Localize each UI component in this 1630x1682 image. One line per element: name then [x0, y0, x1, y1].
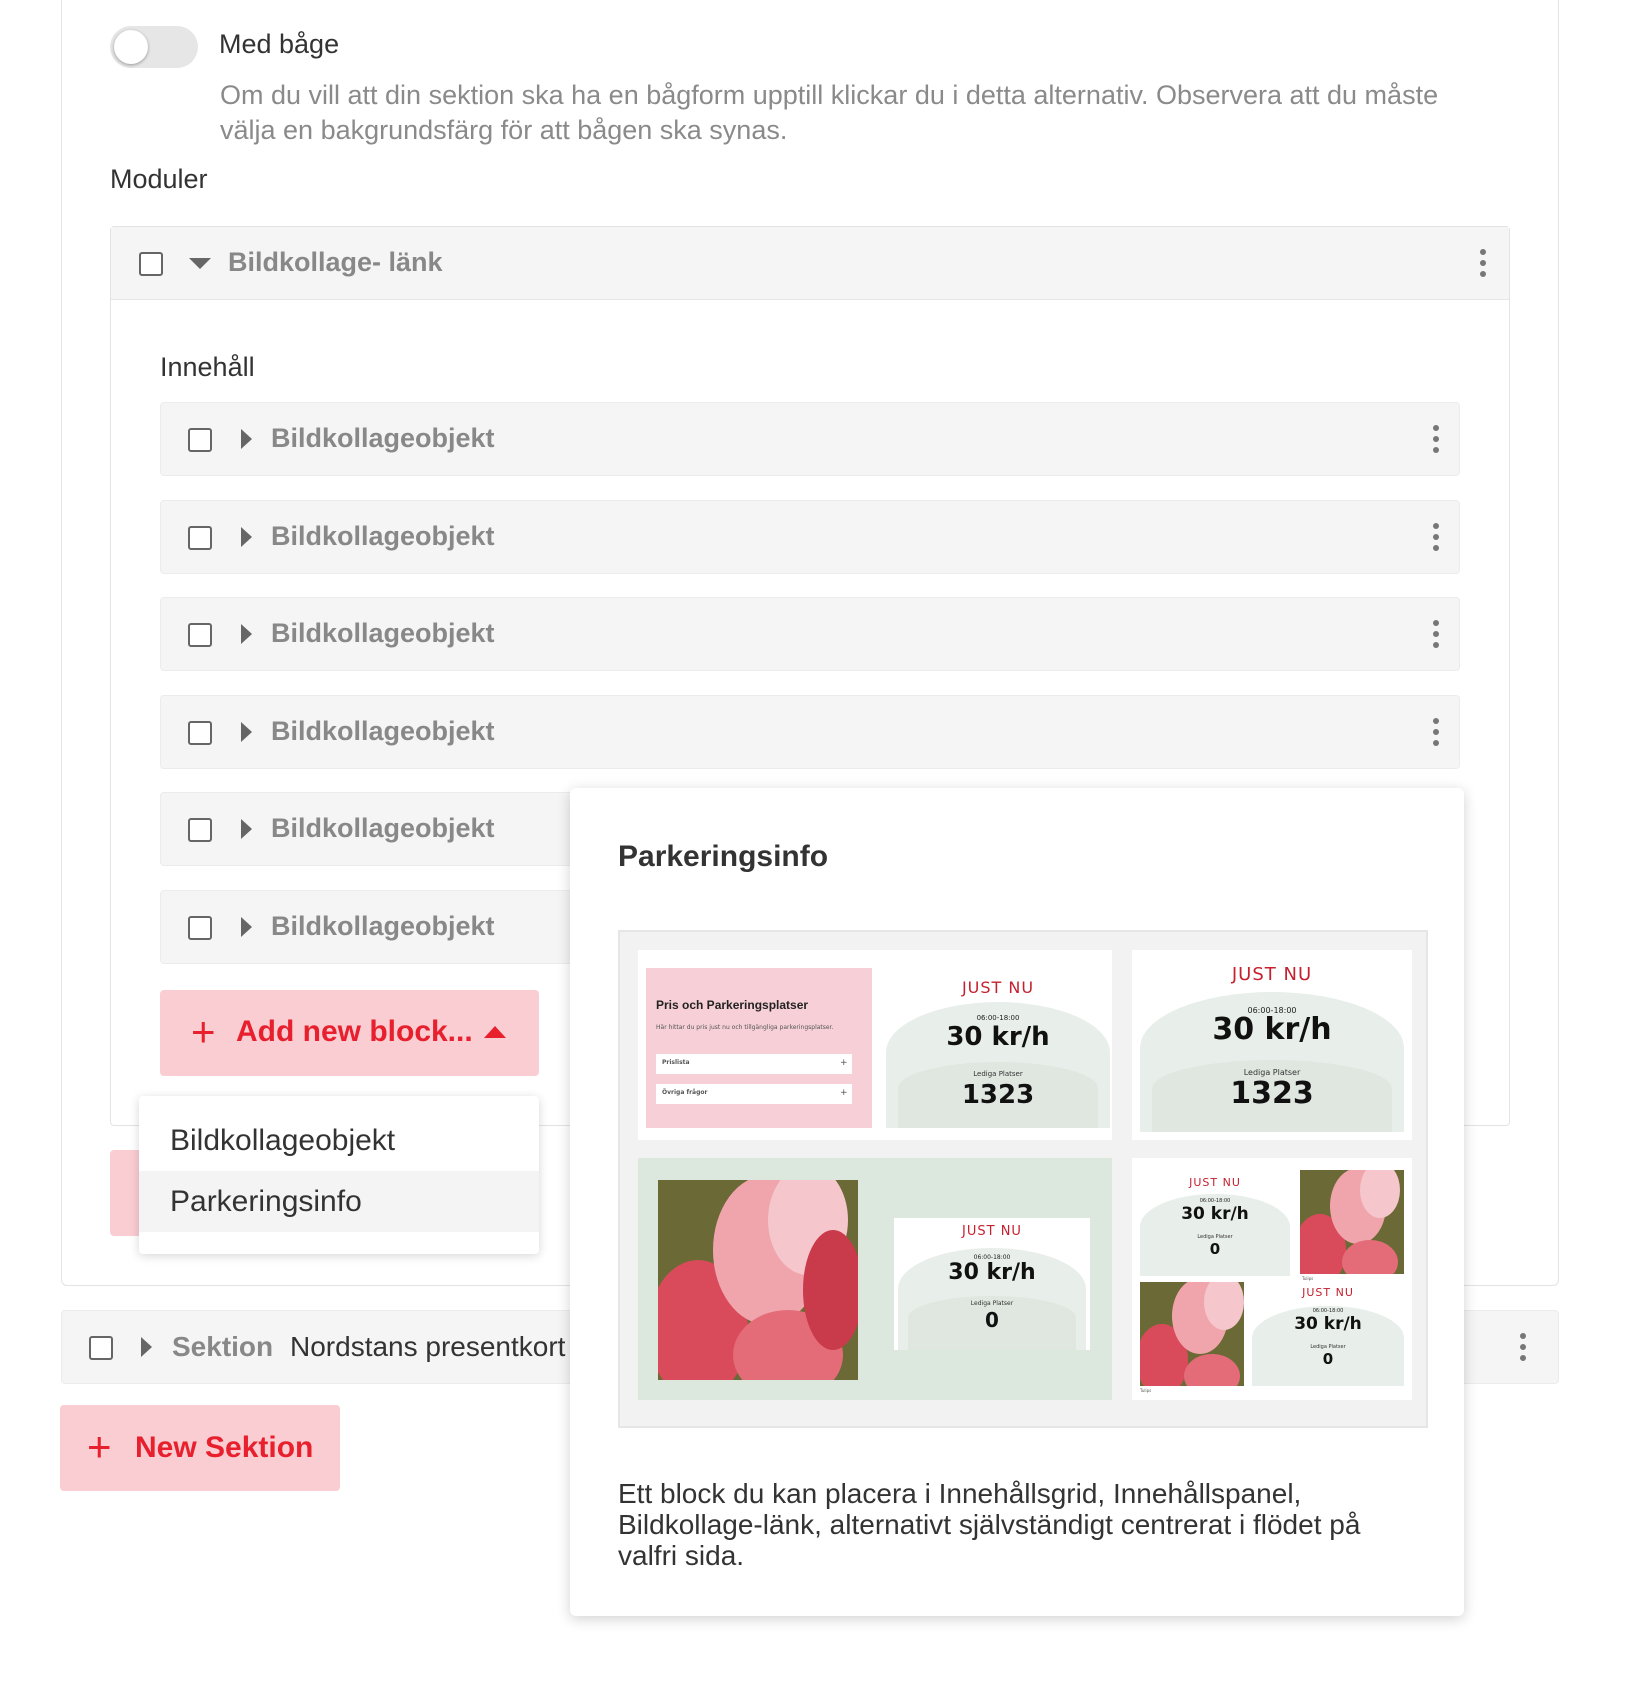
- item-title: Bildkollageobjekt: [271, 423, 495, 453]
- sektion-name: Nordstans presentkort: [290, 1331, 566, 1362]
- caret-right-icon[interactable]: [241, 527, 252, 547]
- more-options-icon[interactable]: [1426, 425, 1446, 455]
- list-item[interactable]: Bildkollageobjekt: [160, 695, 1460, 769]
- tulip-photo: [1300, 1170, 1404, 1274]
- dropdown-option-parkeringsinfo[interactable]: Parkeringsinfo: [139, 1171, 539, 1232]
- item-title: Bildkollageobjekt: [271, 911, 495, 941]
- caret-right-icon[interactable]: [241, 429, 252, 449]
- preview-description: Ett block du kan placera i Innehållsgrid…: [618, 1478, 1361, 1571]
- block-type-dropdown: Bildkollageobjekt Parkeringsinfo: [139, 1096, 539, 1254]
- block-preview-popover: Parkeringsinfo Pris och Parkeringsplatse…: [570, 788, 1464, 1616]
- more-options-icon[interactable]: [1473, 249, 1493, 279]
- item-title: Bildkollageobjekt: [271, 813, 495, 843]
- price-panel: Pris och Parkeringsplatser Här hittar du…: [646, 968, 872, 1128]
- caret-right-icon[interactable]: [241, 917, 252, 937]
- item-checkbox[interactable]: [188, 916, 212, 940]
- arch-toggle-label: Med båge: [219, 29, 340, 59]
- sektion-label: Sektion: [172, 1331, 274, 1362]
- preview-tile-1: Pris och Parkeringsplatser Här hittar du…: [638, 950, 1112, 1140]
- preview-tile-3: JUST NU 06:00-18:00 30 kr/h Lediga Plats…: [638, 1158, 1112, 1400]
- more-options-icon[interactable]: [1426, 620, 1446, 650]
- more-options-icon[interactable]: [1513, 1333, 1533, 1363]
- item-title: Bildkollageobjekt: [271, 521, 495, 551]
- new-sektion-label: New Sektion: [135, 1431, 314, 1464]
- mini-card-a: JUST NU 06:00-18:00 30 kr/h Lediga Plats…: [1140, 1172, 1290, 1276]
- caret-down-icon[interactable]: [189, 258, 211, 269]
- list-item[interactable]: Bildkollageobjekt: [160, 500, 1460, 574]
- accordion-prislista: Prislista +: [656, 1054, 852, 1074]
- mini-card-b: JUST NU 06:00-18:00 30 kr/h Lediga Plats…: [1252, 1282, 1404, 1386]
- preview-title: Parkeringsinfo: [618, 840, 829, 873]
- item-checkbox[interactable]: [188, 428, 212, 452]
- caret-right-icon[interactable]: [241, 819, 252, 839]
- preview-image: Pris och Parkeringsplatser Här hittar du…: [618, 930, 1428, 1428]
- content-heading: Innehåll: [160, 352, 255, 382]
- accordion-ovriga: Övriga frågor +: [656, 1084, 852, 1104]
- toggle-knob[interactable]: [114, 30, 148, 64]
- caret-right-icon[interactable]: [141, 1337, 152, 1357]
- module-header[interactable]: Bildkollage- länk: [111, 227, 1509, 300]
- dropdown-option-bildkollageobjekt[interactable]: Bildkollageobjekt: [139, 1110, 539, 1171]
- tulip-photo: [1140, 1282, 1244, 1386]
- sektion-checkbox[interactable]: [89, 1336, 113, 1360]
- item-checkbox[interactable]: [188, 818, 212, 842]
- arch-toggle[interactable]: [110, 26, 198, 68]
- preview-tile-4: JUST NU 06:00-18:00 30 kr/h Lediga Plats…: [1132, 1158, 1412, 1400]
- more-options-icon[interactable]: [1426, 718, 1446, 748]
- list-item[interactable]: Bildkollageobjekt: [160, 597, 1460, 671]
- arch-toggle-help: Om du vill att din sektion ska ha en båg…: [220, 80, 1439, 145]
- caret-up-icon: [484, 1026, 506, 1038]
- add-new-block-button[interactable]: + Add new block...: [160, 990, 539, 1076]
- plus-icon: +: [191, 1008, 216, 1055]
- more-options-icon[interactable]: [1426, 523, 1446, 553]
- modules-heading: Moduler: [110, 164, 208, 194]
- caret-right-icon[interactable]: [241, 624, 252, 644]
- list-item[interactable]: Bildkollageobjekt: [160, 402, 1460, 476]
- tulip-photo: [658, 1180, 858, 1380]
- item-checkbox[interactable]: [188, 721, 212, 745]
- item-checkbox[interactable]: [188, 526, 212, 550]
- price-panel-title: Pris och Parkeringsplatser: [656, 998, 809, 1012]
- add-new-block-label: Add new block...: [236, 1015, 473, 1048]
- module-title: Bildkollage- länk: [228, 247, 443, 277]
- item-title: Bildkollageobjekt: [271, 716, 495, 746]
- price-panel-sub: Här hittar du pris just nu och tillgängl…: [656, 1024, 834, 1031]
- item-title: Bildkollageobjekt: [271, 618, 495, 648]
- mini-card: JUST NU 06:00-18:00 30 kr/h Lediga Plats…: [894, 1218, 1090, 1350]
- new-sektion-button[interactable]: + New Sektion: [60, 1405, 340, 1491]
- item-checkbox[interactable]: [188, 623, 212, 647]
- plus-icon: +: [87, 1423, 112, 1470]
- module-checkbox[interactable]: [139, 252, 163, 276]
- caret-right-icon[interactable]: [241, 722, 252, 742]
- preview-tile-2: JUST NU 06:00-18:00 30 kr/h Lediga Plats…: [1132, 950, 1412, 1140]
